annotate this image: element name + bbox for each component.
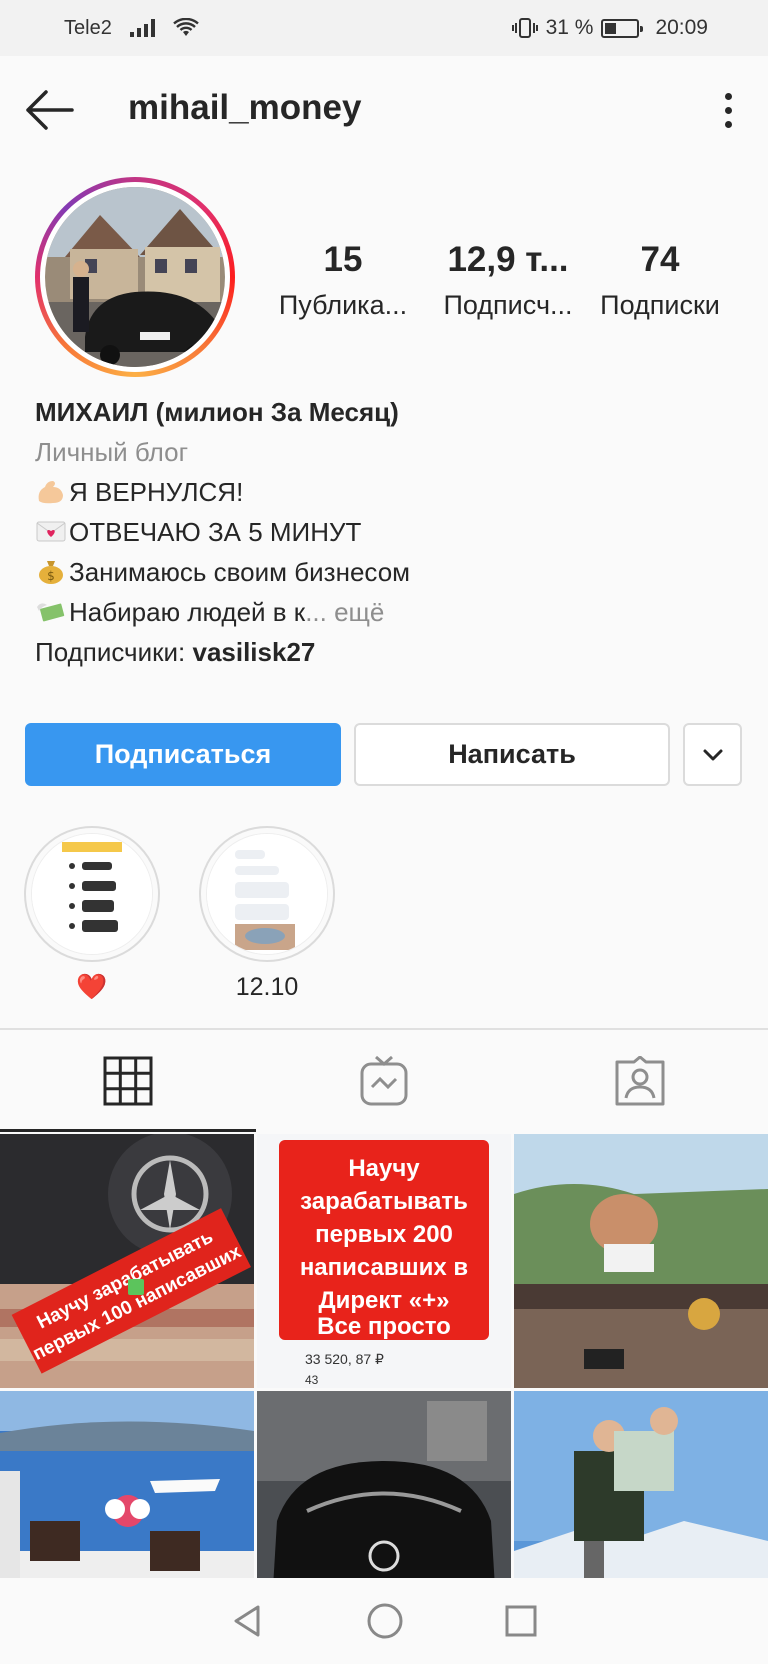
money-bag-emoji-icon: $: [39, 561, 63, 584]
svg-text:43: 43: [305, 1373, 319, 1387]
tagged-person-icon: [615, 1056, 665, 1106]
svg-text:Научу: Научу: [348, 1155, 420, 1182]
bio: МИХАИЛ (милион За Месяц) Личный блог Я В…: [35, 392, 735, 672]
profile-tabs: [0, 1028, 768, 1132]
wifi-icon: [173, 18, 199, 36]
post-thumbnail[interactable]: Научу зарабатывать первых 100 написавших: [0, 1134, 254, 1388]
more-options-button[interactable]: [712, 86, 744, 134]
stat-posts[interactable]: 15 Публика...: [268, 235, 418, 325]
status-bar: Tele2 31 % 20:09: [0, 0, 768, 56]
bio-name: МИХАИЛ (милион За Месяц): [35, 397, 399, 427]
stat-followers[interactable]: 12,9 т... Подписч...: [428, 235, 588, 325]
svg-text:первых 200: первых 200: [315, 1221, 453, 1248]
bio-more-link[interactable]: ... ещё: [305, 597, 384, 627]
back-arrow-icon: [26, 90, 74, 130]
bio-line-text: Занимаюсь своим бизнесом: [69, 557, 411, 587]
svg-text:Директ «+»: Директ «+»: [318, 1287, 449, 1314]
suggested-accounts-button[interactable]: [683, 723, 742, 786]
posts-count: 15: [323, 240, 363, 279]
svg-text:33 520, 87 ₽: 33 520, 87 ₽: [305, 1351, 384, 1367]
tab-tagged[interactable]: [512, 1030, 768, 1132]
carrier-name: Tele2: [64, 16, 112, 39]
highlight-cover: [31, 833, 153, 955]
post-thumbnail[interactable]: [514, 1134, 768, 1388]
clock: 20:09: [655, 16, 708, 39]
signal-icon: [129, 19, 155, 37]
more-dot-icon: [724, 92, 732, 100]
bio-line-text: Я ВЕРНУЛСЯ!: [69, 477, 244, 507]
story-ring[interactable]: [35, 177, 235, 377]
svg-text:Все просто: Все просто: [317, 1313, 451, 1340]
back-button[interactable]: [22, 86, 78, 134]
nav-recents-icon[interactable]: [504, 1604, 538, 1638]
followers-label: Подписч...: [443, 290, 573, 320]
following-count: 74: [640, 240, 680, 279]
highlight-item[interactable]: 12.10: [199, 826, 335, 1002]
stat-following[interactable]: 74 Подписки: [590, 235, 730, 325]
igtv-icon: [360, 1055, 408, 1106]
bio-line: ОТВЕЧАЮ ЗА 5 МИНУТ: [35, 512, 735, 552]
message-button[interactable]: Написать: [354, 723, 670, 786]
followers-count: 12,9 т...: [447, 240, 569, 279]
love-letter-emoji-icon: [36, 521, 66, 542]
svg-text:$: $: [47, 569, 55, 583]
bio-line: $ Занимаюсь своим бизнесом: [35, 552, 735, 592]
followed-by[interactable]: Подписчики: vasilisk27: [35, 632, 735, 672]
highlight-item[interactable]: ❤️: [24, 826, 160, 1002]
post-thumbnail[interactable]: Научу зарабатывать первых 200 написавших…: [257, 1134, 511, 1388]
follow-button[interactable]: Подписаться: [25, 723, 341, 786]
post-grid: Научу зарабатывать первых 100 написавших…: [0, 1134, 768, 1645]
posts-label: Публика...: [278, 290, 408, 320]
system-nav-bar: [0, 1578, 768, 1664]
tab-igtv[interactable]: [256, 1030, 512, 1132]
more-dot-icon: [724, 106, 732, 114]
highlight-label: ❤️: [76, 973, 108, 1001]
highlight-cover: [206, 833, 328, 955]
highlight-label: 12.10: [235, 973, 299, 1001]
battery-percent: 31 %: [545, 16, 594, 39]
battery-icon: [601, 18, 644, 38]
profile-username: mihail_money: [128, 88, 362, 127]
svg-text:написавших в: написавших в: [300, 1254, 468, 1281]
money-wings-emoji-icon: [37, 603, 65, 622]
grid-icon: [103, 1056, 153, 1106]
bio-line-text: Набираю людей в к: [69, 597, 306, 627]
flexed-biceps-emoji-icon: [38, 481, 63, 504]
nav-back-icon[interactable]: [230, 1603, 266, 1639]
bio-line: Набираю людей в к... ещё: [35, 592, 735, 632]
bio-category: Личный блог: [35, 437, 189, 467]
following-label: Подписки: [600, 290, 720, 320]
vibrate-icon: [511, 18, 538, 38]
bio-line-text: ОТВЕЧАЮ ЗА 5 МИНУТ: [69, 517, 362, 547]
avatar: [45, 187, 225, 367]
bio-line: Я ВЕРНУЛСЯ!: [35, 472, 735, 512]
followed-by-user: vasilisk27: [192, 637, 316, 667]
profile-header: mihail_money: [0, 56, 768, 164]
svg-text:зарабатывать: зарабатывать: [300, 1188, 468, 1215]
chevron-down-icon: [703, 749, 722, 760]
nav-home-icon[interactable]: [366, 1602, 404, 1640]
more-dot-icon: [724, 120, 732, 128]
tab-grid[interactable]: [0, 1030, 256, 1132]
